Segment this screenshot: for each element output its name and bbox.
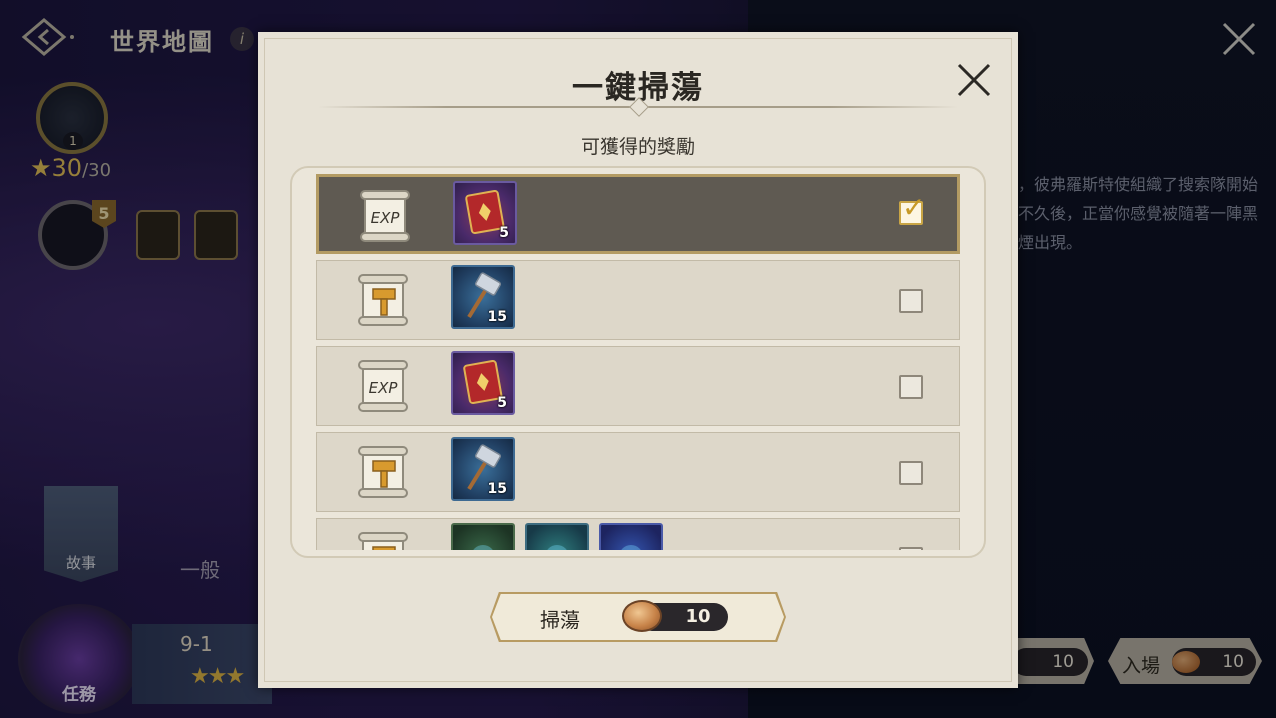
hammer-scroll-icon — [355, 271, 411, 329]
checkbox[interactable] — [899, 375, 923, 399]
reward-row[interactable]: EXP 5 — [316, 346, 960, 426]
reward-list[interactable]: EXP 5 ✓ 15 EXP 5 15 — [316, 174, 960, 550]
checkbox[interactable] — [899, 461, 923, 485]
close-icon — [957, 63, 991, 97]
hammer-icon[interactable]: 15 — [451, 437, 515, 501]
reward-row[interactable]: 15 — [316, 260, 960, 340]
reward-row[interactable] — [316, 518, 960, 550]
item-count: 15 — [487, 481, 507, 497]
reward-row[interactable]: EXP 5 ✓ — [316, 174, 960, 254]
exp-scroll-icon: EXP — [355, 357, 411, 415]
green-rune-icon[interactable] — [451, 523, 515, 550]
hammer-scroll-icon — [355, 443, 411, 501]
item-count: 15 — [487, 309, 507, 325]
hammer-scroll-icon — [355, 529, 411, 550]
rewards-subtitle: 可獲得的獎勵 — [580, 136, 695, 158]
checkbox-checked[interactable]: ✓ — [899, 194, 925, 225]
hammer-icon[interactable]: 15 — [451, 265, 515, 329]
blue-rune-icon[interactable] — [599, 523, 663, 550]
checkbox[interactable] — [899, 547, 923, 550]
reward-row[interactable]: 15 — [316, 432, 960, 512]
checkbox[interactable] — [899, 289, 923, 313]
item-count: 5 — [497, 395, 507, 411]
exp-book-icon[interactable]: 5 — [451, 351, 515, 415]
svg-text:EXP: EXP — [371, 209, 401, 227]
sweep-cost: 10 — [685, 606, 711, 627]
teal-rune-icon[interactable] — [525, 523, 589, 550]
check-icon: ✓ — [902, 191, 926, 224]
bread-icon — [622, 600, 662, 632]
exp-book-icon[interactable]: 5 — [453, 181, 517, 245]
sweep-button-label: 掃蕩 — [540, 608, 580, 632]
sweep-dialog: 一鍵掃蕩 可獲得的獎勵 EXP 5 ✓ 15 EXP 5 15 掃蕩 10 — [258, 32, 1018, 688]
close-button[interactable] — [954, 60, 994, 100]
exp-scroll-icon: EXP — [357, 187, 413, 245]
svg-text:EXP: EXP — [369, 379, 399, 397]
item-count: 5 — [499, 225, 509, 241]
